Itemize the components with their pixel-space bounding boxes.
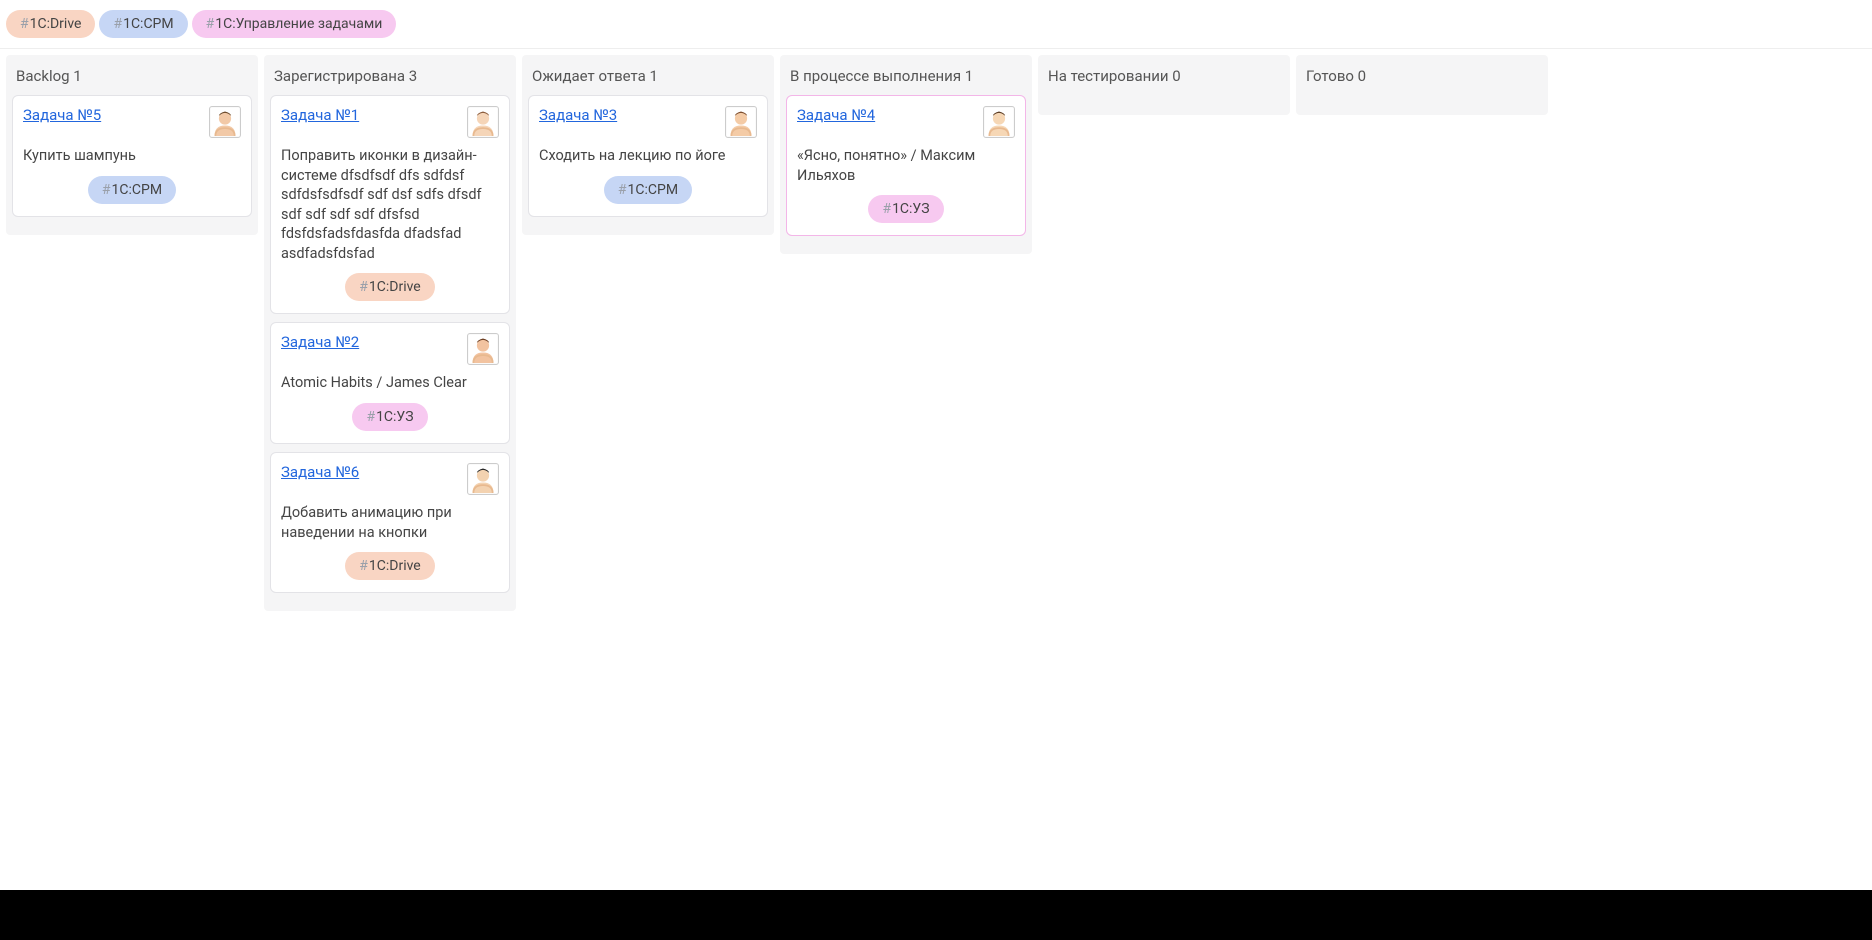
- card-tag-row: #1C:CPM: [23, 176, 241, 204]
- task-link[interactable]: Задача №6: [281, 463, 359, 481]
- card-header: Задача №5: [23, 106, 241, 138]
- column-header: В процессе выполнения 1: [786, 63, 1026, 95]
- card-tag-row: #1C:CPM: [539, 176, 757, 204]
- card-header: Задача №3: [539, 106, 757, 138]
- column: Зарегистрирована 3 Задача №1 Поправить ико…: [264, 55, 516, 611]
- hash-icon: #: [20, 16, 29, 32]
- hash-icon: #: [359, 279, 368, 295]
- task-link[interactable]: Задача №4: [797, 106, 875, 124]
- task-card[interactable]: Задача №2 Atomic Habits / James Clear #1C:…: [270, 322, 510, 444]
- task-link[interactable]: Задача №1: [281, 106, 359, 124]
- column: Готово 0: [1296, 55, 1548, 115]
- hash-icon: #: [206, 16, 215, 32]
- tag-card-1-2[interactable]: #1C:Drive: [345, 552, 434, 580]
- tag-label: 1C:Drive: [369, 558, 421, 574]
- tag-label: 1C:Управление задачами: [215, 16, 382, 32]
- kanban-board: Backlog 1Задача №5Купить шампунь#1C:CPMЗ…: [0, 49, 1872, 617]
- avatar: [467, 463, 499, 495]
- hash-icon: #: [359, 558, 368, 574]
- task-description: «Ясно, понятно» / Максим Ильяхов: [797, 146, 1015, 185]
- hash-icon: #: [618, 182, 627, 198]
- column: Backlog 1 Задача №5 Купить шампунь #1C:CPM: [6, 55, 258, 235]
- task-description: Добавить анимацию при наведении на кнопк…: [281, 503, 499, 542]
- tag-card-1-0[interactable]: #1C:Drive: [345, 273, 434, 301]
- tag-label: 1C:УЗ: [892, 201, 930, 217]
- task-card[interactable]: Задача №4 «Ясно, понятно» / Максим Ильяхо…: [786, 95, 1026, 236]
- tag-card-0-0[interactable]: #1C:CPM: [88, 176, 176, 204]
- task-card[interactable]: Задача №6 Добавить анимацию при наведении…: [270, 452, 510, 593]
- column: На тестировании 0: [1038, 55, 1290, 115]
- hash-icon: #: [102, 182, 111, 198]
- card-tag-row: #1C:Drive: [281, 273, 499, 301]
- tag-label: 1C:CPM: [123, 16, 174, 32]
- task-link[interactable]: Задача №5: [23, 106, 101, 124]
- avatar: [467, 106, 499, 138]
- bottom-strip: [0, 890, 1872, 940]
- avatar: [725, 106, 757, 138]
- task-description: Сходить на лекцию по йоге: [539, 146, 757, 166]
- column-header: Зарегистрирована 3: [270, 63, 510, 95]
- card-tag-row: #1C:УЗ: [281, 403, 499, 431]
- avatar: [983, 106, 1015, 138]
- hash-icon: #: [366, 409, 375, 425]
- avatar: [209, 106, 241, 138]
- tag-label: 1C:Drive: [30, 16, 82, 32]
- card-tag-row: #1C:УЗ: [797, 195, 1015, 223]
- task-card[interactable]: Задача №3 Сходить на лекцию по йоге #1C:CP…: [528, 95, 768, 217]
- column: В процессе выполнения 1 Задача №4 «Ясно, п…: [780, 55, 1032, 254]
- card-header: Задача №1: [281, 106, 499, 138]
- column: Ожидает ответа 1 Задача №3 Сходить на лекц…: [522, 55, 774, 235]
- tag-card-1-1[interactable]: #1C:УЗ: [352, 403, 427, 431]
- column-header: Backlog 1: [12, 63, 252, 95]
- tag-filter-1[interactable]: #1C:CPM: [99, 10, 187, 38]
- column-header: На тестировании 0: [1044, 63, 1284, 95]
- card-header: Задача №6: [281, 463, 499, 495]
- tag-label: 1C:Drive: [369, 279, 421, 295]
- tag-label: 1C:CPM: [112, 182, 163, 198]
- task-description: Atomic Habits / James Clear: [281, 373, 499, 393]
- hash-icon: #: [113, 16, 122, 32]
- tag-filter-2[interactable]: #1C:Управление задачами: [192, 10, 397, 38]
- avatar: [467, 333, 499, 365]
- task-card[interactable]: Задача №1 Поправить иконки в дизайн-систе…: [270, 95, 510, 314]
- tag-filter-0[interactable]: #1C:Drive: [6, 10, 95, 38]
- task-description: Купить шампунь: [23, 146, 241, 166]
- task-card[interactable]: Задача №5 Купить шампунь #1C:CPM: [12, 95, 252, 217]
- tag-card-2-0[interactable]: #1C:CPM: [604, 176, 692, 204]
- card-header: Задача №2: [281, 333, 499, 365]
- column-header: Ожидает ответа 1: [528, 63, 768, 95]
- hash-icon: #: [882, 201, 891, 217]
- card-header: Задача №4: [797, 106, 1015, 138]
- card-tag-row: #1C:Drive: [281, 552, 499, 580]
- filter-bar: #1C:Drive#1C:CPM#1C:Управление задачами: [0, 0, 1872, 49]
- tag-label: 1C:УЗ: [376, 409, 414, 425]
- column-header: Готово 0: [1302, 63, 1542, 95]
- task-link[interactable]: Задача №2: [281, 333, 359, 351]
- task-link[interactable]: Задача №3: [539, 106, 617, 124]
- task-description: Поправить иконки в дизайн-системе dfsdfs…: [281, 146, 499, 263]
- tag-label: 1C:CPM: [628, 182, 679, 198]
- tag-card-3-0[interactable]: #1C:УЗ: [868, 195, 943, 223]
